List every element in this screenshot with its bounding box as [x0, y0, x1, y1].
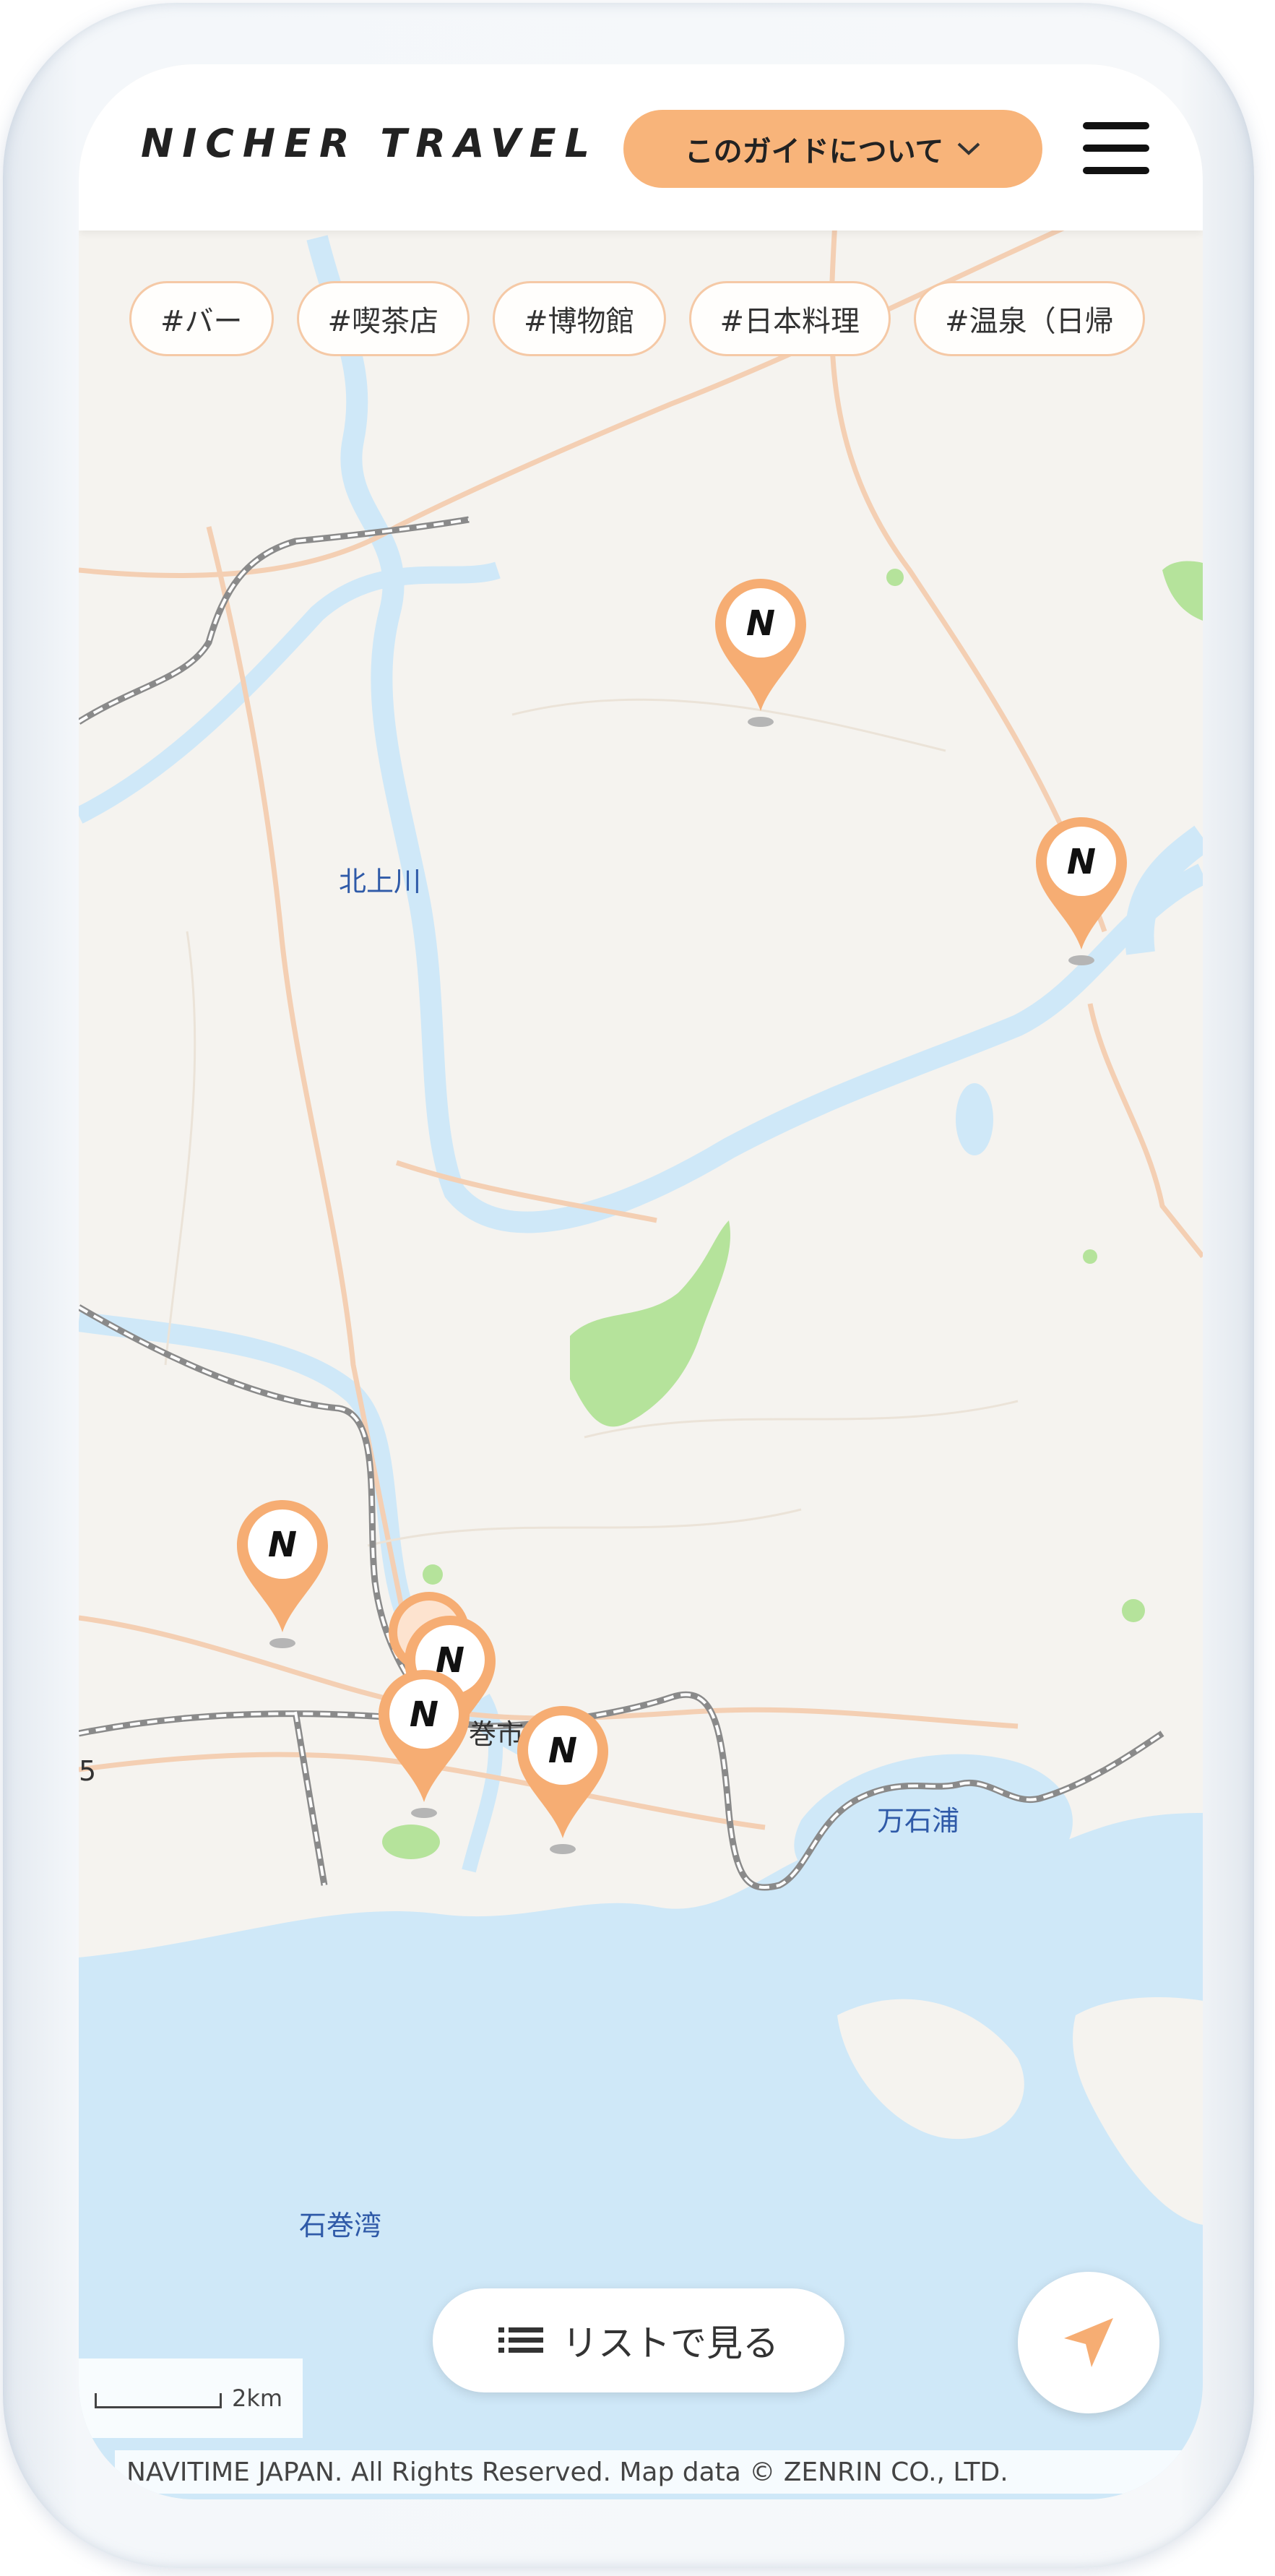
svg-text:N: N: [1067, 842, 1096, 882]
tag-museum[interactable]: #博物館: [493, 281, 666, 356]
svg-text:N: N: [548, 1731, 577, 1771]
about-guide-label: このガイドについて: [684, 135, 944, 168]
nicher-pin-icon: N: [517, 1706, 608, 1854]
label-ishinomaki-bay: 石巻湾: [299, 2210, 382, 2241]
nicher-pin-icon: N: [1036, 817, 1127, 965]
chevron-down-icon: [958, 142, 980, 155]
list-icon: [498, 2327, 543, 2353]
view-list-label: リストで見る: [562, 2322, 779, 2364]
current-location-button[interactable]: [1018, 2272, 1159, 2413]
map-pin[interactable]: N: [714, 577, 808, 729]
label-edge: 5: [79, 1755, 97, 1787]
navigation-arrow-icon: [1064, 2318, 1113, 2367]
tag-filter-row: #バー #喫茶店 #博物館 #日本料理 #温泉（日帰: [129, 281, 1145, 361]
map-copyright: NAVITIME JAPAN. All Rights Reserved. Map…: [115, 2450, 1184, 2494]
map-pin[interactable]: N: [516, 1705, 610, 1856]
scale-bar: [95, 2393, 222, 2408]
brand-logo[interactable]: NICHER TRAVEL: [141, 121, 598, 166]
about-guide-button[interactable]: このガイドについて: [623, 110, 1042, 188]
view-list-button[interactable]: リストで見る: [433, 2288, 844, 2392]
scale-label: 2km: [232, 2385, 283, 2412]
map-pin[interactable]: N: [235, 1499, 329, 1650]
tag-bar[interactable]: #バー: [129, 281, 274, 356]
tag-cafe[interactable]: #喫茶店: [296, 281, 470, 356]
map-pin[interactable]: N: [1034, 816, 1128, 968]
app-header: NICHER TRAVEL このガイドについて: [79, 64, 1203, 231]
svg-text:N: N: [268, 1525, 297, 1565]
app-screen: NICHER TRAVEL このガイドについて #バー #喫茶店 #博物館 #日…: [79, 64, 1203, 2499]
nicher-pin-icon: N: [715, 579, 806, 727]
map-canvas[interactable]: [79, 64, 1203, 2499]
hamburger-menu-icon[interactable]: [1083, 122, 1149, 177]
phone-frame: NICHER TRAVEL このガイドについて #バー #喫茶店 #博物館 #日…: [3, 3, 1254, 2568]
svg-text:N: N: [746, 603, 775, 644]
label-kitakami-river: 北上川: [339, 866, 422, 897]
svg-text:N: N: [410, 1694, 438, 1735]
tag-hot-spring[interactable]: #温泉（日帰: [914, 281, 1145, 356]
tag-japanese-food[interactable]: #日本料理: [688, 281, 891, 356]
nicher-pin-icon: N: [237, 1500, 328, 1648]
nicher-pin-icon: N: [379, 1670, 470, 1818]
label-mangokuura: 万石浦: [877, 1805, 960, 1837]
map-pin[interactable]: N: [377, 1668, 471, 1820]
map-scale: 2km: [79, 2359, 303, 2438]
